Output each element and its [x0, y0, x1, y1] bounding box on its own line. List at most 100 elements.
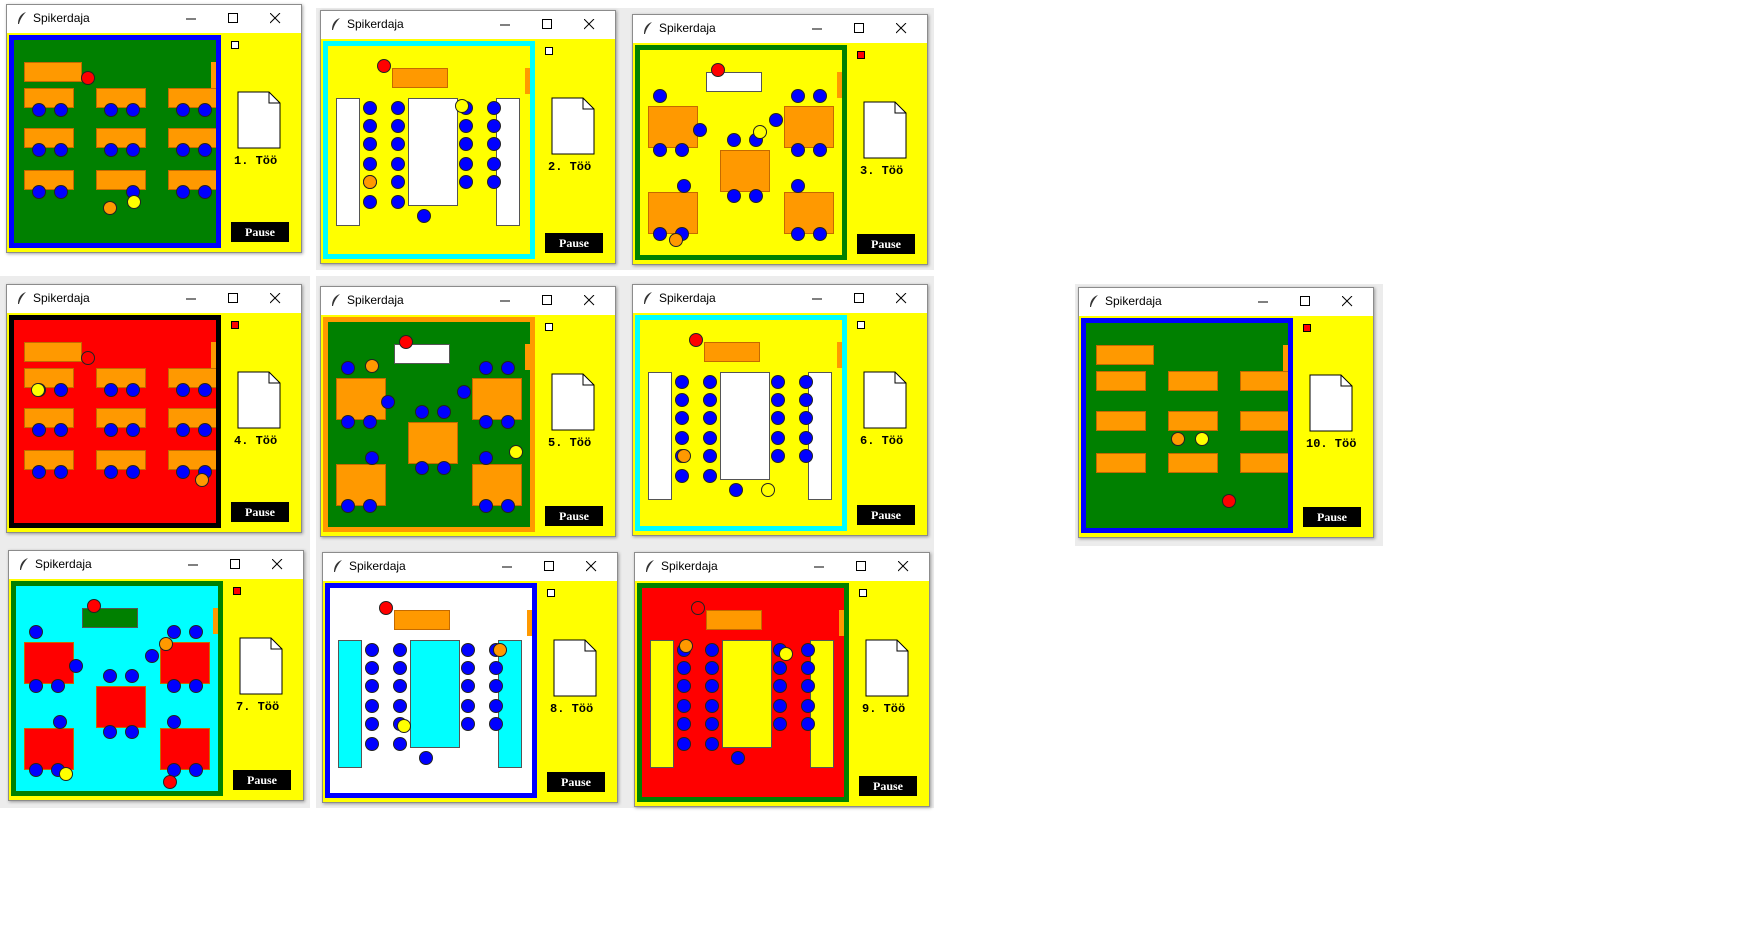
student-dot [749, 189, 763, 203]
minimize-button[interactable] [797, 15, 839, 43]
maximize-button[interactable] [529, 553, 571, 581]
student-dot [677, 179, 691, 193]
classroom[interactable] [11, 581, 223, 796]
target-dot [103, 201, 117, 215]
title-bar[interactable]: Spikerdaja [633, 15, 927, 43]
window-slot [11, 706, 16, 730]
close-button[interactable] [257, 551, 299, 579]
student-dot [703, 431, 717, 445]
student-dot [479, 499, 493, 513]
student-dot [479, 451, 493, 465]
window-title: Spikerdaja [659, 291, 716, 305]
title-bar[interactable]: Spikerdaja [635, 553, 929, 581]
title-bar[interactable]: Spikerdaja [9, 551, 303, 579]
title-bar[interactable]: Spikerdaja [321, 11, 615, 39]
close-button[interactable] [1327, 288, 1369, 316]
pause-button[interactable]: Pause [857, 505, 915, 525]
student-dot [393, 643, 407, 657]
close-button[interactable] [571, 553, 613, 581]
minimize-button[interactable] [797, 285, 839, 313]
title-bar[interactable]: Spikerdaja [7, 5, 301, 33]
close-button[interactable] [255, 5, 297, 33]
door [213, 608, 218, 634]
title-bar[interactable]: Spikerdaja [1079, 288, 1373, 316]
maximize-button[interactable] [839, 285, 881, 313]
pause-button[interactable]: Pause [857, 234, 915, 254]
task-label: 1. Töö [234, 154, 278, 168]
minimize-button[interactable] [487, 553, 529, 581]
maximize-button[interactable] [527, 11, 569, 39]
maximize-button[interactable] [215, 551, 257, 579]
pause-button[interactable]: Pause [231, 222, 289, 242]
close-button[interactable] [255, 285, 297, 313]
maximize-button[interactable] [841, 553, 883, 581]
feather-icon [16, 291, 28, 305]
classroom[interactable] [323, 317, 535, 532]
classroom[interactable] [1081, 318, 1293, 533]
student-dot [653, 89, 667, 103]
title-bar[interactable]: Spikerdaja [7, 285, 301, 313]
student-dot [363, 101, 377, 115]
app-window[interactable]: Spikerdaja 7. Töö Pause [8, 550, 304, 801]
app-window[interactable]: Spikerdaja 6. Töö Pause [632, 284, 928, 536]
teacher-desk [392, 68, 448, 88]
close-button[interactable] [881, 15, 923, 43]
feather-icon [642, 21, 654, 35]
window-slot [9, 110, 14, 134]
title-bar[interactable]: Spikerdaja [633, 285, 927, 313]
app-window[interactable]: Spikerdaja 10. Töö Pause [1078, 287, 1374, 538]
maximize-button[interactable] [839, 15, 881, 43]
pause-button[interactable]: Pause [1303, 507, 1361, 527]
pause-button[interactable]: Pause [545, 506, 603, 526]
pause-button[interactable]: Pause [547, 772, 605, 792]
close-button[interactable] [569, 287, 611, 315]
app-window[interactable]: Spikerdaja 8. Töö Pause [322, 552, 618, 803]
feather-icon [16, 11, 28, 25]
close-button[interactable] [569, 11, 611, 39]
classroom[interactable] [635, 45, 847, 260]
minimize-button[interactable] [173, 551, 215, 579]
pause-button[interactable]: Pause [231, 502, 289, 522]
minimize-button[interactable] [171, 5, 213, 33]
minimize-button[interactable] [171, 285, 213, 313]
student-dot [415, 461, 429, 475]
classroom[interactable] [9, 35, 221, 248]
student-dot [675, 411, 689, 425]
app-window[interactable]: Spikerdaja 3. Töö Pause [632, 14, 928, 265]
maximize-button[interactable] [213, 5, 255, 33]
pause-button[interactable]: Pause [545, 233, 603, 253]
title-bar[interactable]: Spikerdaja [321, 287, 615, 315]
app-window[interactable]: Spikerdaja 1. Töö Pause [6, 4, 302, 253]
window-slot [325, 658, 330, 682]
student-dot [391, 137, 405, 151]
teacher-desk [1096, 345, 1154, 365]
student-desk [1096, 411, 1146, 431]
close-button[interactable] [881, 285, 923, 313]
minimize-button[interactable] [485, 287, 527, 315]
classroom[interactable] [637, 583, 849, 802]
classroom[interactable] [325, 583, 537, 798]
classroom[interactable] [323, 41, 535, 259]
document-icon [551, 97, 595, 155]
pause-button[interactable]: Pause [233, 770, 291, 790]
minimize-button[interactable] [1243, 288, 1285, 316]
center-table [408, 98, 458, 206]
minimize-button[interactable] [799, 553, 841, 581]
app-window[interactable]: Spikerdaja 5. Töö Pause [320, 286, 616, 537]
student-dot [799, 431, 813, 445]
student-dot [104, 103, 118, 117]
maximize-button[interactable] [1285, 288, 1327, 316]
app-window[interactable]: Spikerdaja 4. Töö Pause [6, 284, 302, 533]
document-icon [237, 371, 281, 429]
minimize-button[interactable] [485, 11, 527, 39]
classroom[interactable] [635, 315, 847, 531]
app-window[interactable]: Spikerdaja 2. Töö Pause [320, 10, 616, 264]
title-bar[interactable]: Spikerdaja [323, 553, 617, 581]
maximize-button[interactable] [213, 285, 255, 313]
close-button[interactable] [883, 553, 925, 581]
maximize-button[interactable] [527, 287, 569, 315]
student-dot [365, 643, 379, 657]
app-window[interactable]: Spikerdaja 9. Töö Pause [634, 552, 930, 807]
pause-button[interactable]: Pause [859, 776, 917, 796]
classroom[interactable] [9, 315, 221, 528]
